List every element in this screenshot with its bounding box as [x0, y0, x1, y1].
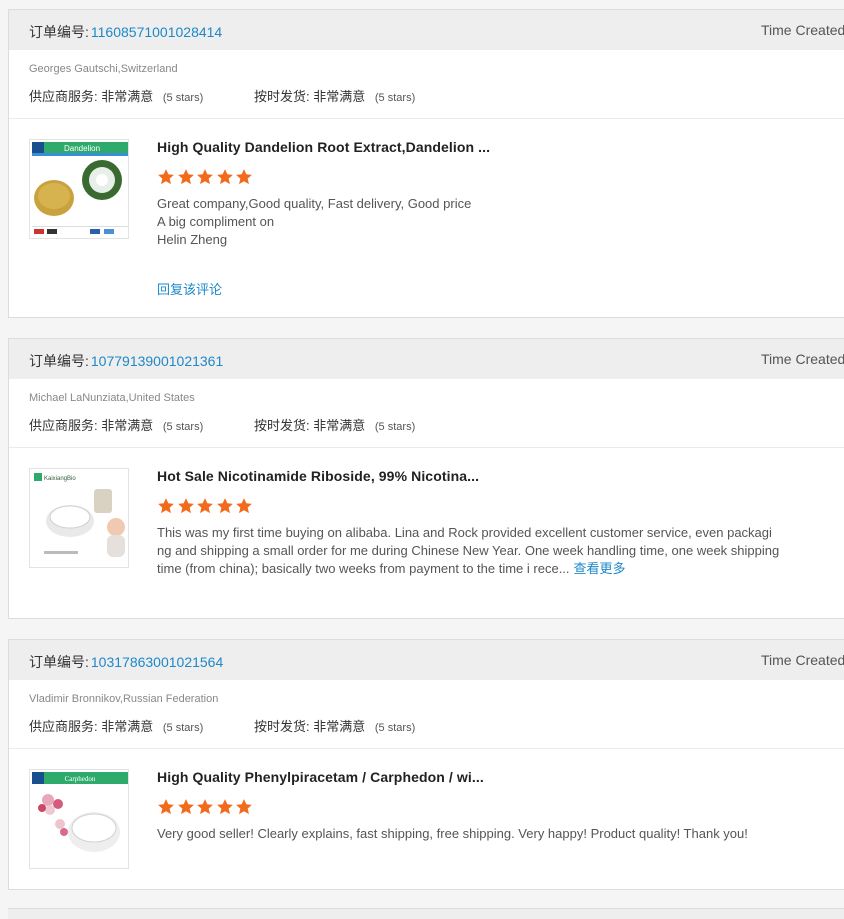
on-time-delivery-rating: 按时发货: 非常满意 (5 stars) — [254, 418, 416, 433]
star-icon — [196, 798, 214, 816]
star-icon — [177, 497, 195, 515]
reply-link[interactable]: 回复该评论 — [157, 279, 222, 298]
review-text: Very good seller! Clearly explains, fast… — [157, 826, 748, 841]
star-rating — [157, 798, 255, 816]
time-created-label: Time Created — [761, 351, 844, 367]
product-title-link[interactable]: High Quality Dandelion Root Extract,Dand… — [157, 139, 490, 155]
order-label: 订单编号: 10317863001021564 — [29, 654, 224, 670]
star-icon — [177, 168, 195, 186]
rating-row: 供应商服务: 非常满意 (5 stars) 按时发货: 非常满意 (5 star… — [29, 415, 415, 434]
product-title-link[interactable]: High Quality Phenylpiracetam / Carphedon… — [157, 769, 484, 785]
card-header: 订单编号: 10317863001021564 Time Created — [9, 640, 844, 680]
rating-row: 供应商服务: 非常满意 (5 stars) 按时发货: 非常满意 (5 star… — [29, 716, 415, 735]
star-icon — [157, 798, 175, 816]
star-icon — [216, 798, 234, 816]
star-rating — [157, 497, 255, 515]
star-icon — [177, 798, 195, 816]
buyer-name: Georges Gautschi,Switzerland — [29, 63, 178, 75]
see-more-link[interactable]: 查看更多 — [574, 561, 626, 576]
product-title-link[interactable]: Hot Sale Nicotinamide Riboside, 99% Nico… — [157, 468, 479, 484]
star-icon — [235, 497, 253, 515]
buyer-block: Vladimir Bronnikov,Russian Federation 供应… — [9, 680, 844, 749]
buyer-block: Georges Gautschi,Switzerland 供应商服务: 非常满意… — [9, 50, 844, 119]
supplier-service-rating: 供应商服务: 非常满意 (5 stars) — [29, 719, 204, 734]
review-text: This was my first time buying on alibaba… — [157, 525, 780, 576]
order-label: 订单编号: 10779139001021361 — [29, 353, 224, 369]
rating-row: 供应商服务: 非常满意 (5 stars) 按时发货: 非常满意 (5 star… — [29, 86, 415, 105]
star-icon — [157, 497, 175, 515]
nicotinamide-riboside-image[interactable]: KaixiangBio — [29, 468, 129, 568]
thumb-label: Dandelion — [64, 144, 100, 153]
star-icon — [235, 168, 253, 186]
review-card: 订单编号: 11608571001028414 Time Created Geor… — [8, 9, 844, 318]
buyer-name: Michael LaNunziata,United States — [29, 392, 195, 404]
star-icon — [216, 168, 234, 186]
review-card: 订单编号: 10317863001021564 Time Created Vlad… — [8, 639, 844, 890]
time-created-label: Time Created — [761, 22, 844, 38]
review-text: Great company,Good quality, Fast deliver… — [157, 196, 472, 247]
order-number-link[interactable]: 10317863001021564 — [91, 654, 223, 670]
star-icon — [196, 497, 214, 515]
order-number-link[interactable]: 11608571001028414 — [91, 24, 222, 40]
thumb-label: Carphedon — [65, 775, 96, 783]
buyer-name: Vladimir Bronnikov,Russian Federation — [29, 693, 219, 705]
star-icon — [157, 168, 175, 186]
order-label: 订单编号: 11608571001028414 — [29, 24, 223, 40]
on-time-delivery-rating: 按时发货: 非常满意 (5 stars) — [254, 719, 416, 734]
star-icon — [235, 798, 253, 816]
on-time-delivery-rating: 按时发货: 非常满意 (5 stars) — [254, 89, 416, 104]
card-header: 订单编号: 10779139001021361 Time Created — [9, 339, 844, 379]
carphedon-image[interactable]: Carphedon — [29, 769, 129, 869]
star-icon — [216, 497, 234, 515]
order-number-link[interactable]: 10779139001021361 — [91, 353, 223, 369]
dandelion-extract-image[interactable]: Dandelion — [29, 139, 129, 239]
card-header: 订单编号: 11608571001028414 Time Created — [9, 10, 844, 50]
star-rating — [157, 168, 255, 186]
review-card: 订单编号: 10779139001021361 Time Created Mich… — [8, 338, 844, 619]
buyer-block: Michael LaNunziata,United States 供应商服务: … — [9, 379, 844, 448]
supplier-service-rating: 供应商服务: 非常满意 (5 stars) — [29, 89, 204, 104]
supplier-service-rating: 供应商服务: 非常满意 (5 stars) — [29, 418, 204, 433]
time-created-label: Time Created — [761, 652, 844, 668]
star-icon — [196, 168, 214, 186]
next-card-edge — [8, 908, 844, 919]
thumb-label: KaixiangBio — [44, 476, 76, 482]
